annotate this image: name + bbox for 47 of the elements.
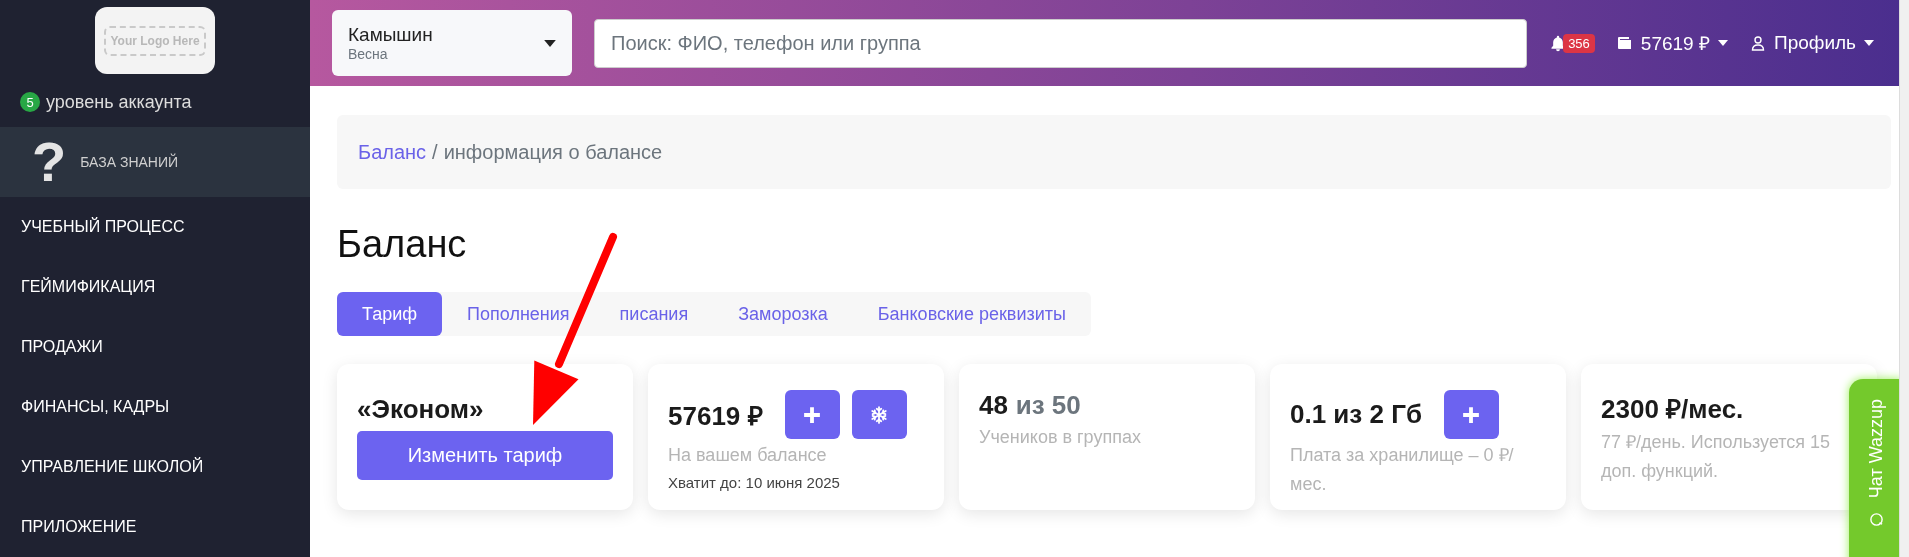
search-field[interactable]: Поиск: ФИО, телефон или группа [594, 18, 1528, 68]
chat-icon [1868, 512, 1884, 528]
caret-icon [1864, 40, 1874, 46]
account-level-label: уровень аккаунта [46, 91, 192, 113]
stat-value: 0.1 из 2 Гб [1290, 399, 1422, 430]
wallet-icon [1616, 36, 1633, 50]
sidebar-item[interactable]: ГЕЙМИФИКАЦИЯ [0, 257, 310, 317]
knowledge-base-item[interactable]: ? БАЗА ЗНАНИЙ [0, 126, 310, 197]
tab[interactable]: Пополнения [442, 292, 595, 336]
page-title: Баланс [337, 223, 468, 266]
stat-caption: Учеников в группах [979, 426, 1142, 449]
tab[interactable]: Заморозка [713, 292, 853, 336]
stat-caption: 77 ₽/день. Используется 15 доп. функций. [1601, 431, 1832, 483]
stat-value: 57619 ₽ [668, 399, 763, 433]
tab[interactable]: Тариф [337, 292, 443, 336]
breadcrumb-current: информация о балансе [443, 140, 663, 164]
plan-name: «Эконом» [357, 394, 485, 425]
stat-caption: Плата за хранилище – 0 ₽/мес. [1290, 444, 1515, 496]
scrollbar[interactable] [1899, 0, 1909, 557]
profile-button[interactable]: Профиль [1749, 32, 1874, 54]
breadcrumb-separator: / [432, 140, 438, 164]
stat-note: Хватит до: 10 июня 2025 [668, 473, 841, 491]
add-button[interactable] [1444, 390, 1499, 439]
level-badge: 5 [20, 92, 40, 113]
stat-value: 48 из 50 [979, 390, 1081, 421]
add-button[interactable] [784, 390, 840, 439]
notification-badge: 356 [1563, 33, 1595, 53]
caret-icon [544, 39, 556, 47]
plus-icon [1462, 405, 1481, 424]
freeze-button[interactable] [851, 390, 907, 439]
stat-value: 2300 ₽/мес. [1601, 393, 1744, 426]
snowflake-icon [870, 405, 889, 424]
user-icon [1749, 35, 1766, 51]
tab[interactable]: писания [594, 292, 714, 336]
sidebar-item[interactable]: ПРОДАЖИ [0, 317, 310, 377]
sidebar-item[interactable]: ПРИЛОЖЕНИЕ [0, 497, 310, 557]
wallet-button[interactable]: 57619 ₽ [1616, 30, 1728, 56]
breadcrumb-link[interactable]: Баланс [358, 140, 427, 164]
change-plan-button[interactable]: Изменить тариф [357, 431, 613, 480]
sidebar-item[interactable]: ФИНАНСЫ, КАДРЫ [0, 377, 310, 437]
city-select[interactable]: Камышин Весна [332, 10, 572, 76]
caret-icon [1717, 40, 1728, 46]
sidebar-item[interactable]: УПРАВЛЕНИЕ ШКОЛОЙ [0, 437, 310, 497]
tab[interactable]: Банковские реквизиты [852, 292, 1091, 336]
sidebar-item[interactable]: УЧЕБНЫЙ ПРОЦЕСС [0, 197, 310, 257]
stat-caption: На вашем балансе [668, 444, 828, 467]
plus-icon [803, 405, 822, 424]
